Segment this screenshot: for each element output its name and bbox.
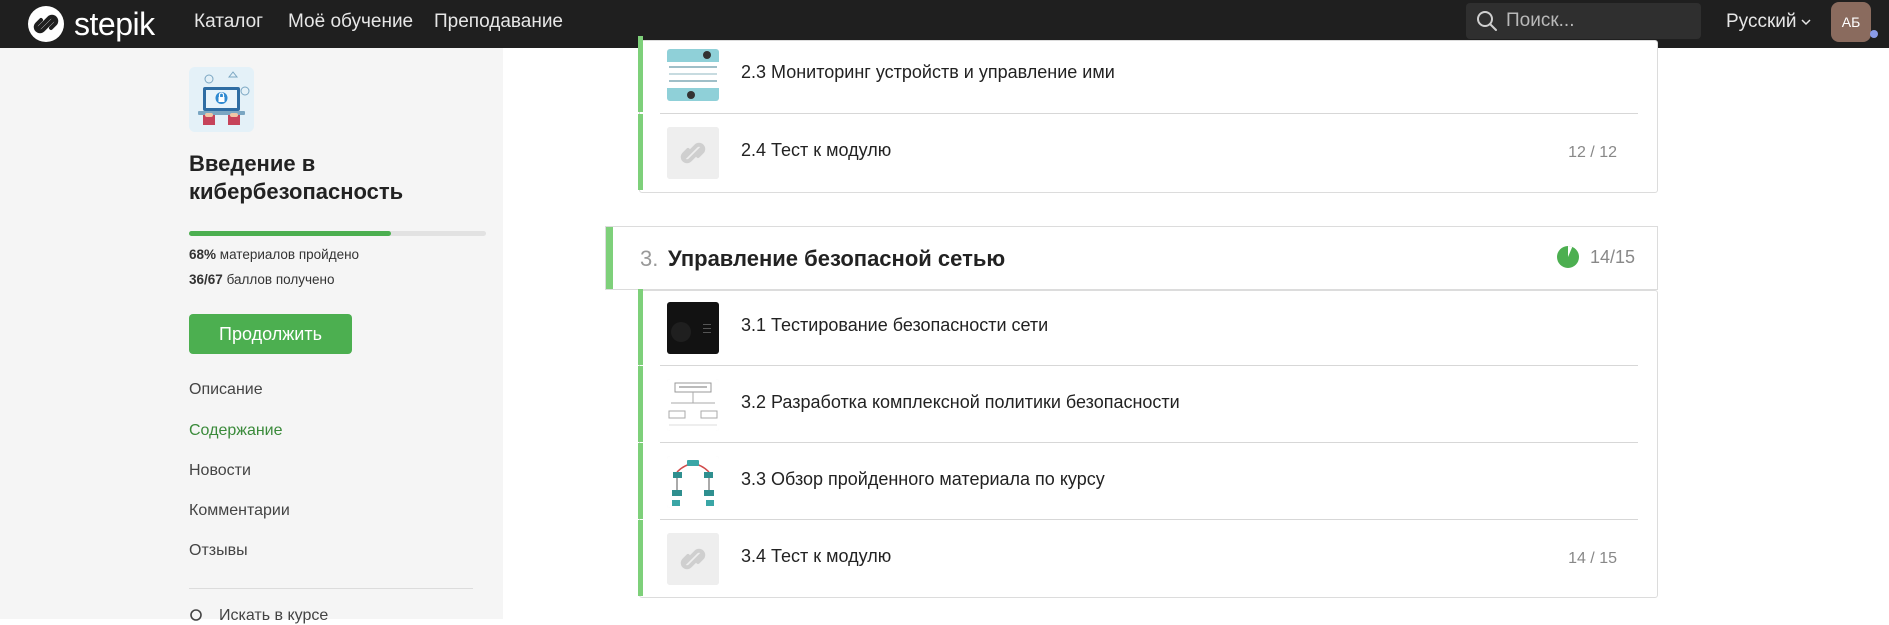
language-selector[interactable]: Русский — [1726, 11, 1811, 33]
sidebar-link-news[interactable]: Новости — [189, 462, 251, 480]
lesson-row[interactable]: 3.2 Разработка комплексной политики безо… — [638, 366, 1638, 442]
nav-my-learning[interactable]: Моё обучение — [288, 11, 413, 33]
sidebar-link-reviews[interactable]: Отзывы — [189, 542, 248, 560]
lesson-row[interactable]: 3.3 Обзор пройденного материала по курсу — [638, 443, 1638, 519]
lesson-title[interactable]: 3.3 Обзор пройденного материала по курсу — [741, 469, 1105, 490]
course-cover-image — [189, 67, 254, 132]
materials-text: материалов пройдено — [219, 247, 360, 262]
lesson-score: 12 / 12 — [1568, 144, 1617, 161]
search-input[interactable] — [1506, 10, 1686, 32]
sidebar-link-contents[interactable]: Содержание — [189, 422, 283, 440]
module-progress-bar — [606, 227, 613, 289]
sidebar-link-comments[interactable]: Комментарии — [189, 502, 290, 520]
logo-text: stepik — [74, 5, 155, 42]
lesson-score: 14 / 15 — [1568, 550, 1617, 567]
search-in-course-label: Искать в курсе — [219, 607, 329, 624]
lesson-row[interactable]: 2.3 Мониторинг устройств и управление им… — [638, 36, 1638, 112]
progress-pie-icon — [1556, 246, 1579, 268]
sidebar-divider — [189, 588, 473, 589]
chevron-down-icon — [1800, 19, 1811, 26]
lesson-title[interactable]: 3.2 Разработка комплексной политики безо… — [741, 392, 1180, 413]
stepik-logo[interactable]: stepik — [26, 4, 155, 44]
lesson-progress-bar — [638, 366, 643, 442]
course-progress-bar — [189, 231, 486, 236]
lesson-progress-bar — [638, 443, 643, 519]
points-text: баллов получено — [226, 272, 335, 287]
laptop-lock-icon — [189, 67, 254, 132]
avatar[interactable]: АБ — [1831, 2, 1871, 42]
search-box[interactable] — [1466, 3, 1701, 39]
search-icon — [190, 609, 202, 621]
lesson-progress-bar — [638, 520, 643, 596]
sidebar-link-description[interactable]: Описание — [189, 381, 263, 399]
lesson-thumbnail — [667, 379, 719, 431]
lesson-row[interactable]: 3.1 Тестирование безопасности сети — [638, 289, 1638, 365]
lesson-row[interactable]: 2.4 Тест к модулю 12 / 12 — [638, 114, 1638, 190]
progress-fill — [189, 231, 391, 236]
module-title[interactable]: Управление безопасной сетью — [668, 246, 1005, 272]
lesson-progress-bar — [638, 36, 643, 112]
stepik-placeholder-icon — [667, 127, 719, 179]
materials-percent: 68% — [189, 247, 217, 262]
module-score: 14/15 — [1556, 245, 1635, 269]
continue-button[interactable]: Продолжить — [189, 314, 352, 354]
module-3-header[interactable]: 3. Управление безопасной сетью 14/15 — [605, 226, 1658, 290]
lesson-title[interactable]: 2.4 Тест к модулю — [741, 140, 891, 161]
language-label: Русский — [1726, 11, 1797, 32]
search-in-course[interactable]: Искать в курсе — [189, 607, 328, 625]
nav-catalog[interactable]: Каталог — [194, 11, 263, 33]
materials-stat: 68% материалов пройдено — [189, 247, 359, 262]
lesson-thumbnail — [667, 302, 719, 354]
lesson-progress-bar — [638, 289, 643, 365]
module-score-value: 14/15 — [1589, 246, 1635, 267]
nav-teaching[interactable]: Преподавание — [434, 11, 563, 33]
points-stat: 36/67 баллов получено — [189, 272, 334, 287]
lesson-row[interactable]: 3.4 Тест к модулю 14 / 15 — [638, 520, 1638, 596]
points-value: 36/67 — [189, 272, 223, 287]
lesson-thumbnail — [667, 49, 719, 101]
lesson-progress-bar — [638, 114, 643, 190]
lesson-title[interactable]: 3.4 Тест к модулю — [741, 546, 891, 567]
search-icon — [1477, 11, 1497, 31]
notification-dot — [1870, 30, 1878, 38]
lesson-title[interactable]: 3.1 Тестирование безопасности сети — [741, 315, 1048, 336]
module-number: 3. — [640, 246, 659, 271]
lesson-title[interactable]: 2.3 Мониторинг устройств и управление им… — [741, 62, 1115, 83]
lesson-thumbnail — [667, 456, 719, 508]
course-title[interactable]: Введение в кибербезопасность — [189, 150, 479, 206]
stepik-placeholder-icon — [667, 533, 719, 585]
stepik-logo-icon — [28, 6, 64, 42]
